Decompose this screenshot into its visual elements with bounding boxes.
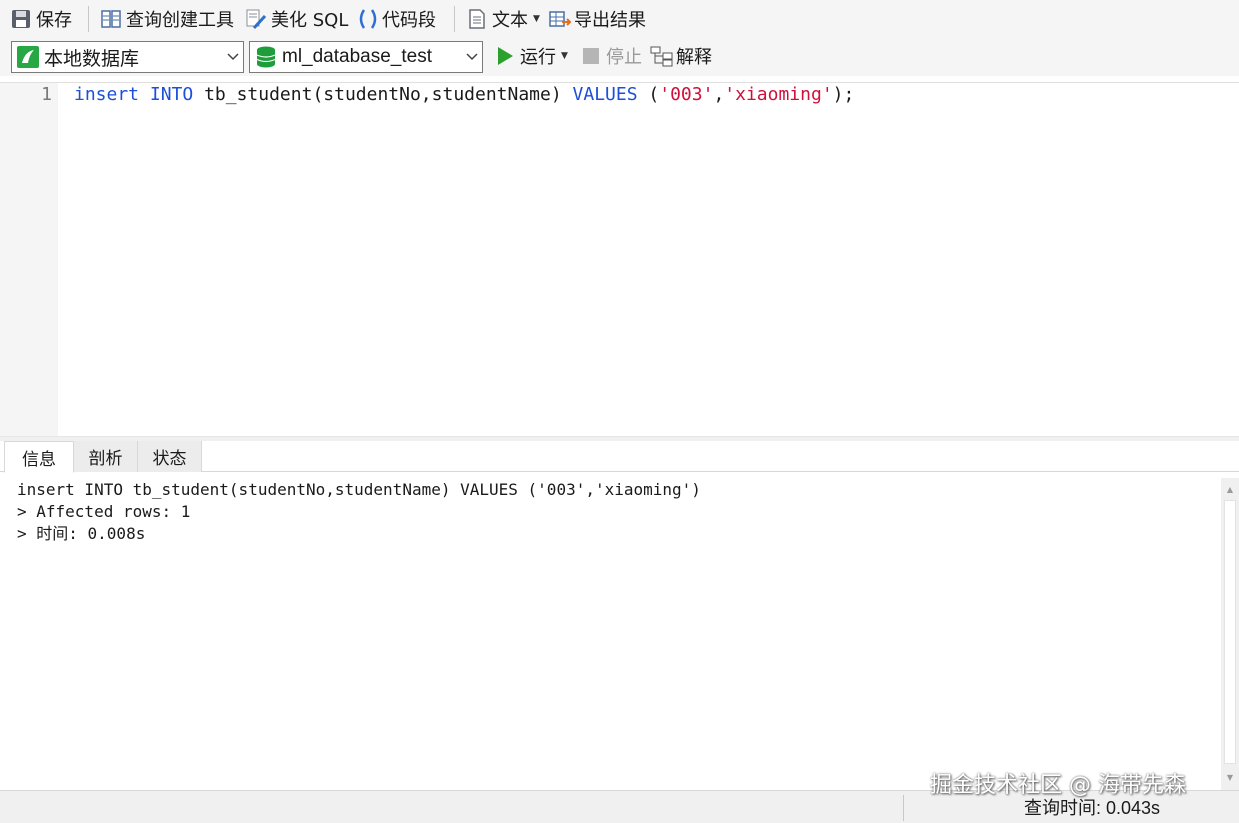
sql-keyword: INTO	[149, 84, 194, 105]
output-line: > 时间: 0.008s	[17, 524, 146, 543]
export-results-button[interactable]: 导出结果	[548, 4, 646, 34]
text-label: 文本	[492, 10, 528, 31]
tab-profile[interactable]: 剖析	[74, 441, 138, 472]
database-label: ml_database_test	[282, 46, 432, 67]
explain-button[interactable]: 解释	[650, 41, 712, 71]
scroll-down-arrow-icon[interactable]: ▼	[1221, 768, 1239, 786]
line-number-gutter: 1	[0, 83, 58, 437]
chevron-down-icon	[223, 53, 243, 61]
save-label: 保存	[36, 10, 72, 31]
query-builder-label: 查询创建工具	[126, 10, 234, 31]
watermark: 掘金技术社区 @ 海带先森	[930, 773, 1186, 798]
output-line: insert INTO tb_student(studentNo,student…	[17, 480, 701, 499]
tab-status[interactable]: 状态	[138, 441, 202, 472]
explain-label: 解释	[676, 47, 712, 68]
text-button[interactable]: 文本 ▼	[466, 4, 540, 34]
run-label: 运行	[520, 47, 556, 68]
beautify-sql-button[interactable]: 美化 SQL	[245, 4, 348, 34]
sql-string: 'xiaoming'	[724, 84, 833, 105]
stop-label: 停止	[606, 47, 642, 68]
query-builder-icon	[100, 8, 122, 30]
toolbar-divider	[454, 6, 455, 32]
toolbar-divider	[88, 6, 89, 32]
stop-icon	[580, 45, 602, 67]
database-icon	[254, 45, 278, 69]
sql-string: '003'	[659, 84, 714, 105]
query-toolbar: 本地数据库 ml_database_test 运行 ▼ 停止 解释	[0, 38, 1239, 76]
run-button[interactable]: 运行 ▼	[494, 41, 568, 71]
stop-button[interactable]: 停止	[580, 41, 642, 71]
output-line: > Affected rows: 1	[17, 502, 191, 521]
code-line[interactable]: insert INTO tb_student(studentNo,student…	[74, 83, 854, 107]
query-builder-button[interactable]: 查询创建工具	[100, 4, 234, 34]
export-results-label: 导出结果	[574, 10, 646, 31]
sql-text: );	[832, 84, 855, 105]
chevron-down-icon[interactable]: ▼	[561, 51, 568, 61]
tab-profile-label: 剖析	[88, 449, 123, 469]
brush-icon	[245, 8, 267, 30]
sql-text: tb_student(studentNo,studentName)	[193, 84, 573, 105]
vertical-scrollbar[interactable]: ▲ ▼	[1221, 478, 1239, 790]
floppy-disk-icon	[10, 8, 32, 30]
explain-icon	[650, 45, 673, 67]
play-icon	[494, 45, 516, 67]
code-snippet-label: 代码段	[382, 10, 436, 31]
sql-text: ,	[713, 84, 725, 105]
tab-info[interactable]: 信息	[4, 441, 74, 473]
tab-status-label: 状态	[152, 449, 187, 469]
connection-select[interactable]: 本地数据库	[11, 41, 244, 73]
parentheses-icon	[356, 8, 378, 30]
tab-info-label: 信息	[22, 449, 56, 470]
line-number: 1	[41, 84, 52, 105]
database-select[interactable]: ml_database_test	[249, 41, 483, 73]
sql-editor[interactable]: 1 insert INTO tb_student(studentNo,stude…	[0, 82, 1239, 437]
main-toolbar: 保存 查询创建工具 美化 SQL 代码段 文本 ▼ 导出结果	[0, 0, 1239, 38]
status-divider	[903, 795, 904, 821]
export-table-icon	[548, 8, 572, 30]
chevron-down-icon	[462, 53, 482, 61]
scroll-up-arrow-icon[interactable]: ▲	[1221, 480, 1239, 498]
save-button[interactable]: 保存	[10, 4, 72, 34]
document-icon	[466, 8, 488, 30]
connection-label: 本地数据库	[44, 48, 140, 70]
chevron-down-icon[interactable]: ▼	[533, 14, 540, 24]
connection-icon	[16, 45, 40, 69]
code-snippet-button[interactable]: 代码段	[356, 4, 436, 34]
sql-keyword: insert	[74, 84, 140, 105]
sql-text: (	[637, 84, 660, 105]
scrollbar-thumb[interactable]	[1224, 500, 1236, 764]
beautify-sql-label: 美化 SQL	[271, 10, 349, 31]
info-output[interactable]: insert INTO tb_student(studentNo,student…	[5, 473, 1221, 789]
sql-keyword: VALUES	[572, 84, 638, 105]
result-tabs: 信息 剖析 状态	[0, 441, 1239, 473]
